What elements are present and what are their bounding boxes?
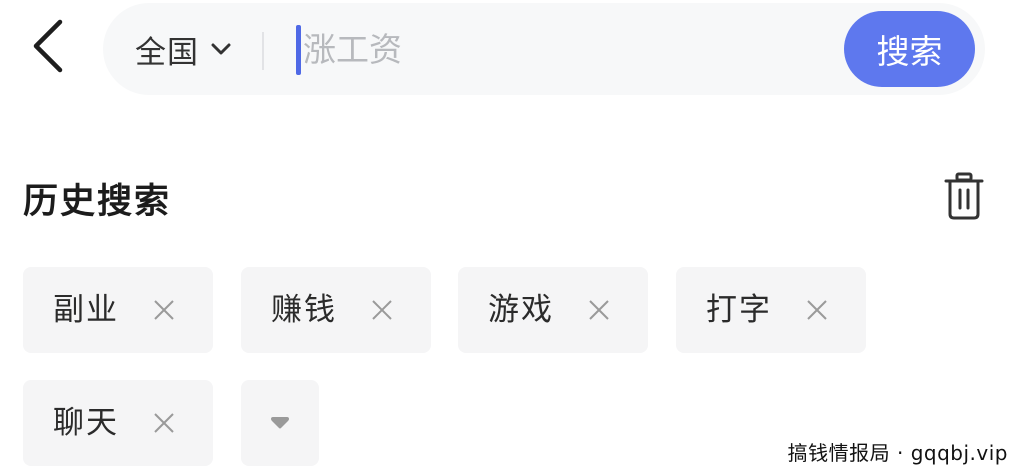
region-label: 全国	[135, 34, 199, 71]
close-icon[interactable]	[151, 297, 177, 323]
expand-history-button[interactable]	[241, 380, 319, 466]
history-chip-label: 打字	[706, 292, 772, 328]
close-icon[interactable]	[804, 297, 830, 323]
chevron-left-icon	[30, 18, 66, 78]
close-icon[interactable]	[369, 297, 395, 323]
chevron-down-icon	[211, 42, 231, 56]
search-bar: 全国 搜索	[103, 3, 985, 95]
history-chip-fuye[interactable]: 副业	[23, 267, 213, 353]
history-title: 历史搜索	[23, 182, 172, 222]
history-chip-label: 副业	[53, 292, 119, 328]
search-input[interactable]	[303, 3, 823, 95]
search-button[interactable]: 搜索	[844, 11, 975, 87]
region-select[interactable]: 全国	[135, 3, 231, 95]
trash-icon	[944, 172, 984, 224]
history-chip-zhuanqian[interactable]: 赚钱	[241, 267, 431, 353]
history-chip-label: 聊天	[53, 405, 119, 441]
history-chip-label: 赚钱	[271, 292, 337, 328]
search-divider	[262, 32, 264, 70]
close-icon[interactable]	[151, 410, 177, 436]
clear-history-button[interactable]	[940, 170, 988, 226]
text-cursor	[296, 25, 301, 75]
history-chip-dazi[interactable]: 打字	[676, 267, 866, 353]
history-chip-liaotian[interactable]: 聊天	[23, 380, 213, 466]
back-button[interactable]	[22, 18, 74, 78]
caret-down-icon	[270, 414, 290, 433]
close-icon[interactable]	[586, 297, 612, 323]
history-chip-label: 游戏	[488, 292, 554, 328]
history-chip-youxi[interactable]: 游戏	[458, 267, 648, 353]
watermark: 搞钱情报局 · gqqbj.vip	[783, 435, 1012, 468]
